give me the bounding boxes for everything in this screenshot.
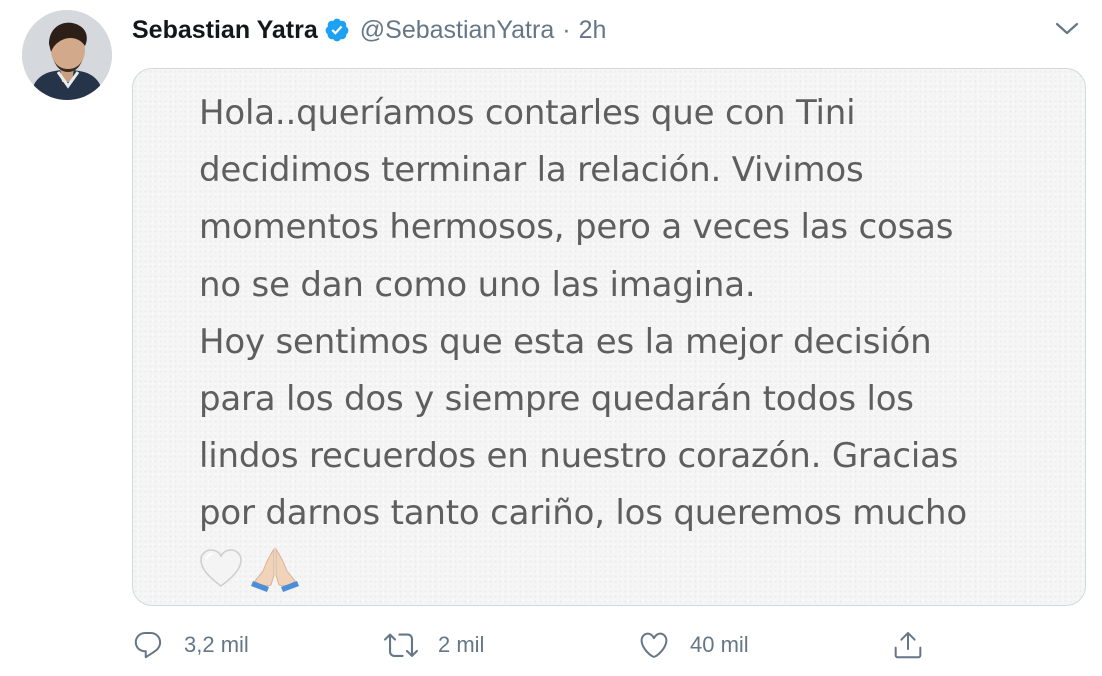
retweet-icon xyxy=(384,633,418,657)
tweet: Sebastian Yatra @SebastianYatra · 2h Hol… xyxy=(0,0,1102,676)
chevron-down-icon xyxy=(1055,22,1079,35)
note-line: no se dan como uno las imagina. xyxy=(199,264,756,305)
share-icon xyxy=(894,632,922,659)
avatar[interactable] xyxy=(22,10,112,100)
note-line: para los dos y siempre quedarán todos lo… xyxy=(199,379,914,420)
folded-hands-emoji-icon xyxy=(251,547,299,592)
tweet-header: Sebastian Yatra @SebastianYatra · 2h xyxy=(132,12,606,48)
note-line: Hola..queríamos contarles que con Tini xyxy=(199,93,856,133)
retweet-button[interactable]: 2 mil xyxy=(384,625,484,665)
timestamp[interactable]: 2h xyxy=(579,16,607,45)
like-count: 40 mil xyxy=(690,632,749,657)
note-line: por darnos tanto cariño, los queremos mu… xyxy=(199,493,967,534)
tweet-menu-button[interactable] xyxy=(1050,14,1084,44)
reply-count: 3,2 mil xyxy=(184,632,249,657)
white-heart-emoji-icon xyxy=(200,549,242,588)
verified-badge-icon xyxy=(324,17,350,43)
separator-dot: · xyxy=(562,15,571,44)
heart-icon xyxy=(640,632,668,658)
handle[interactable]: @SebastianYatra xyxy=(360,16,554,45)
reply-button[interactable]: 3,2 mil xyxy=(132,625,249,665)
like-button[interactable]: 40 mil xyxy=(638,625,749,665)
note-line: momentos hermosos, pero a veces las cosa… xyxy=(199,207,954,248)
avatar-photo-icon xyxy=(22,10,112,100)
tweet-actions: 3,2 mil 2 mil 40 mil xyxy=(132,622,1086,668)
emoji-row xyxy=(199,539,301,597)
retweet-count: 2 mil xyxy=(438,632,485,657)
note-line: Hoy sentimos que esta es la mejor decisi… xyxy=(199,321,932,362)
note-line: lindos recuerdos en nuestro corazón. Gra… xyxy=(199,436,959,477)
note-text: Hola..queríamos contarles que con Tini d… xyxy=(199,85,1059,543)
reply-icon xyxy=(134,631,162,659)
tweet-image[interactable]: Hola..queríamos contarles que con Tini d… xyxy=(132,68,1086,606)
display-name[interactable]: Sebastian Yatra xyxy=(132,16,318,45)
note-line: decidimos terminar la relación. Vivimos xyxy=(199,150,864,191)
share-button[interactable] xyxy=(892,625,924,665)
